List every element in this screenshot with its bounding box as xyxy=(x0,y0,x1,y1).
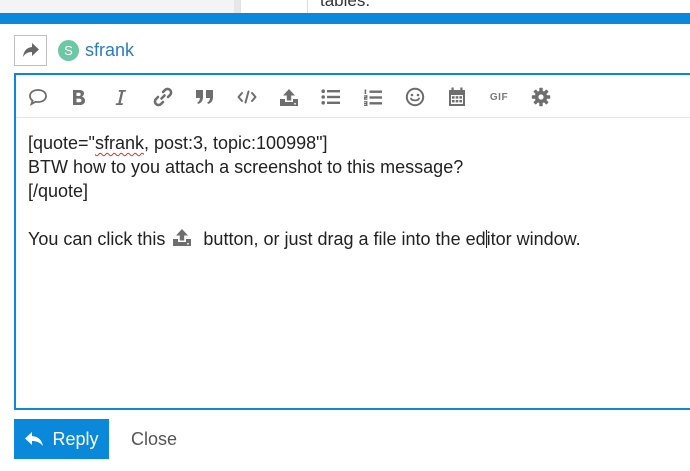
quote-post-button[interactable] xyxy=(26,85,50,109)
blockquote-button[interactable] xyxy=(193,85,217,109)
code-icon xyxy=(237,90,257,104)
calendar-icon xyxy=(449,87,465,106)
reply-arrow-icon xyxy=(25,432,44,446)
editor-text-after-icon: button, or just drag a file into the ed xyxy=(198,229,486,249)
editor-toolbar: GIF xyxy=(16,75,690,118)
background-text: tables. xyxy=(320,0,371,10)
background-page: tables. xyxy=(0,0,690,13)
editor-line: BTW how to you attach a screenshot to th… xyxy=(28,157,464,177)
editor: GIF [quote="sfrank, post:3, topic:100998… xyxy=(14,73,690,410)
italic-button[interactable] xyxy=(109,85,133,109)
bullet-list-icon xyxy=(321,89,340,105)
bullet-list-button[interactable] xyxy=(319,85,343,109)
insert-date-button[interactable] xyxy=(445,85,469,109)
reply-button[interactable]: Reply xyxy=(14,419,109,459)
editor-line: You can click this button, or just drag … xyxy=(28,227,678,251)
quote-open-suffix: , post:3, topic:100998"] xyxy=(143,133,328,153)
quote-bubble-icon xyxy=(29,89,47,106)
numbered-list-icon xyxy=(364,89,382,106)
bold-button[interactable] xyxy=(67,85,91,109)
link-icon xyxy=(153,87,173,107)
editor-line: [quote="sfrank, post:3, topic:100998"] xyxy=(28,131,678,155)
quote-open-prefix: [quote=" xyxy=(28,133,95,153)
reply-header: S sfrank xyxy=(14,34,134,66)
composer-resize-bar[interactable] xyxy=(0,13,690,24)
options-button[interactable] xyxy=(529,85,553,109)
code-button[interactable] xyxy=(235,85,259,109)
avatar[interactable]: S xyxy=(58,39,79,61)
gear-icon xyxy=(531,87,551,107)
link-button[interactable] xyxy=(151,85,175,109)
editor-line: [/quote] xyxy=(28,181,89,201)
emoji-button[interactable] xyxy=(403,85,427,109)
bold-icon xyxy=(73,89,85,105)
share-arrow-icon xyxy=(22,43,39,57)
gif-button[interactable]: GIF xyxy=(487,85,511,109)
italic-icon xyxy=(115,89,126,105)
editor-text-before-icon: You can click this xyxy=(28,229,171,249)
numbered-list-button[interactable] xyxy=(361,85,385,109)
editor-textarea[interactable]: [quote="sfrank, post:3, topic:100998"] B… xyxy=(28,131,678,251)
gif-label: GIF xyxy=(489,91,509,103)
avatar-letter: S xyxy=(64,42,73,58)
upload-icon xyxy=(172,228,192,253)
reply-action-button[interactable] xyxy=(14,34,47,66)
reply-button-label: Reply xyxy=(52,428,99,449)
editor-blank-line xyxy=(28,203,678,227)
upload-icon xyxy=(280,88,298,106)
blockquote-icon xyxy=(196,90,213,104)
editor-text-end: itor window. xyxy=(486,229,581,249)
reply-to-username[interactable]: sfrank xyxy=(85,40,134,61)
close-link[interactable]: Close xyxy=(131,429,177,450)
emoji-icon xyxy=(405,87,425,107)
reply-composer: S sfrank GIF [quote="sfrank, post:3, top… xyxy=(0,24,690,471)
upload-button[interactable] xyxy=(277,85,301,109)
background-divider xyxy=(307,0,308,13)
misspelled-word: sfrank xyxy=(94,133,144,153)
